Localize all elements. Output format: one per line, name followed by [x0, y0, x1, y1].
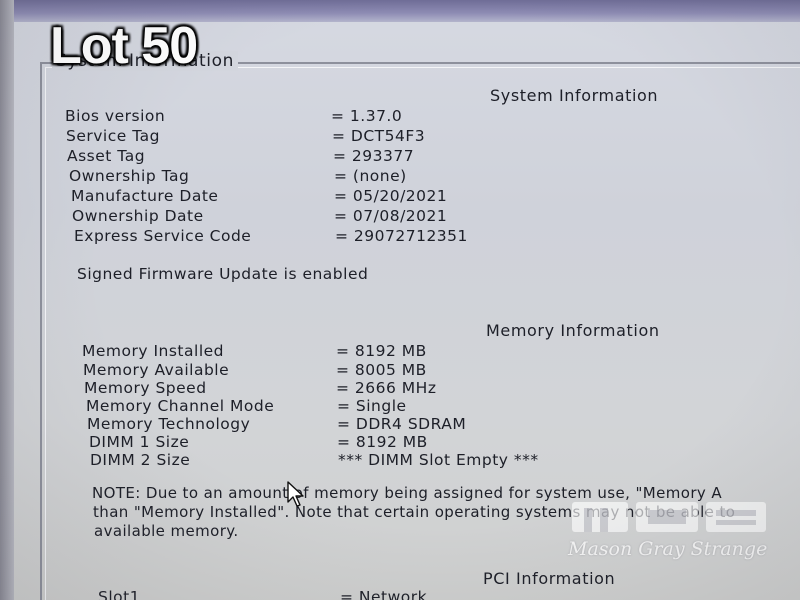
info-row-ownership-date: Ownership Date = 07/08/2021 [72, 207, 772, 227]
row-value: = DCT54F3 [332, 127, 426, 145]
row-label: Memory Channel Mode [86, 397, 275, 415]
lot-number-label: Lot 50 [50, 17, 198, 75]
row-label: Memory Available [83, 361, 230, 379]
memory-information-heading: Memory Information [486, 321, 660, 340]
mouse-pointer-icon [287, 481, 304, 507]
row-label: Ownership Tag [69, 167, 190, 185]
row-label: Memory Technology [87, 415, 251, 433]
row-value: = 293377 [333, 147, 415, 165]
row-value: = 8192 MB [336, 342, 427, 360]
info-row-dimm-1-size: DIMM 1 Size = 8192 MB [89, 433, 789, 453]
row-value: = 8192 MB [337, 433, 428, 451]
row-value: = 05/20/2021 [334, 187, 448, 205]
info-row-memory-channel-mode: Memory Channel Mode = Single [86, 397, 786, 417]
pci-information-heading: PCI Information [483, 569, 616, 588]
info-row-bios-version: Bios version = 1.37.0 [65, 107, 765, 127]
row-value: = 07/08/2021 [334, 207, 448, 225]
row-label: DIMM 2 Size [90, 451, 191, 469]
row-value: = 8005 MB [336, 361, 427, 379]
row-value: = 2666 MHz [336, 379, 437, 397]
row-label: Manufacture Date [71, 187, 219, 205]
row-label: Service Tag [66, 127, 160, 145]
info-row-memory-speed: Memory Speed = 2666 MHz [84, 379, 784, 399]
info-row-memory-available: Memory Available = 8005 MB [83, 361, 783, 381]
watermark-text: Mason Gray Strange [568, 538, 768, 560]
info-row-asset-tag: Asset Tag = 293377 [67, 147, 767, 167]
info-row-dimm-2-size: DIMM 2 Size *** DIMM Slot Empty *** [90, 451, 790, 471]
info-row-ownership-tag: Ownership Tag = (none) [69, 167, 769, 187]
row-value: = 1.37.0 [331, 107, 403, 125]
row-value: *** DIMM Slot Empty *** [338, 451, 539, 469]
info-row-memory-technology: Memory Technology = DDR4 SDRAM [87, 415, 787, 435]
monitor-bezel-left [0, 0, 14, 600]
row-value: = (none) [334, 167, 407, 185]
system-information-heading: System Information [490, 86, 659, 105]
row-label: Bios version [65, 107, 166, 125]
row-value: = Single [337, 397, 407, 415]
info-row-manufacture-date: Manufacture Date = 05/20/2021 [71, 187, 771, 207]
info-row-memory-installed: Memory Installed = 8192 MB [82, 342, 782, 362]
row-label: DIMM 1 Size [89, 433, 190, 451]
row-value: = DDR4 SDRAM [337, 415, 467, 433]
info-row-express-service-code: Express Service Code = 29072712351 [74, 227, 774, 247]
row-label: Memory Speed [84, 379, 207, 397]
firmware-update-status: Signed Firmware Update is enabled [77, 265, 369, 283]
row-label: Slot1 [98, 588, 141, 600]
watermark: Mason Gray Strange [560, 496, 800, 566]
row-label: Asset Tag [67, 147, 146, 165]
info-row-slot1: Slot1 = Network [98, 588, 798, 600]
row-value: = Network [340, 588, 428, 600]
row-label: Express Service Code [74, 227, 252, 245]
memory-note-line-3: available memory. [94, 522, 239, 540]
row-label: Memory Installed [82, 342, 224, 360]
watermark-logo-icon [572, 502, 766, 532]
row-label: Ownership Date [72, 207, 204, 225]
row-value: = 29072712351 [335, 227, 468, 245]
info-row-service-tag: Service Tag = DCT54F3 [66, 127, 766, 147]
